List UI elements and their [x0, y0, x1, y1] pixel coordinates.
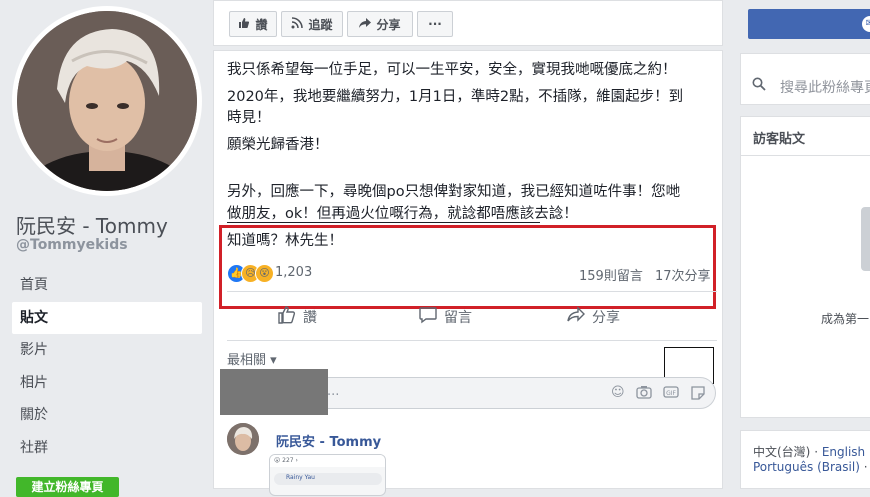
like-page-label: 讚	[255, 17, 268, 32]
gif-icon[interactable]: GIF	[663, 385, 679, 403]
share-page-label: 分享	[376, 17, 401, 32]
share-page-button[interactable]: 分享	[347, 11, 413, 37]
page-title[interactable]: 阮民安 - Tommy	[16, 210, 168, 239]
visitor-posts-title: 訪客貼文	[753, 132, 806, 147]
page-nav: 首頁 貼文 影片 相片 關於 社群	[12, 269, 202, 464]
comment-label: 留言	[444, 310, 472, 326]
image-comment-author: Rainy Yau	[286, 474, 315, 481]
left-column: 阮民安 - Tommy @Tommyekids 首頁 貼文 影片 相片 關於 社…	[0, 0, 213, 497]
language-row: Português (Brasil) ·	[753, 460, 868, 474]
share-count[interactable]: 17次分享	[655, 265, 711, 284]
post-card: 我只係希望每一位手足，可以一生平安，安全，實現我哋嘅優底之約！ 2020年，我地…	[213, 50, 723, 496]
nav-item-posts[interactable]: 貼文	[12, 301, 202, 334]
wow-reaction-icon[interactable]: 😮	[255, 264, 274, 283]
language-english-link[interactable]: English	[822, 445, 865, 459]
divider	[741, 155, 870, 156]
visitor-empty-text: 成為第一	[821, 312, 870, 326]
right-column: ✉ 搜尋此粉絲專頁 訪客貼文 成為第一 中文(台灣) · English Por…	[738, 0, 870, 489]
post-text-line: 我只係希望每一位手足，可以一生平安，安全，實現我哋嘅優底之約！	[227, 62, 677, 78]
comment-button[interactable]: 留言	[418, 299, 472, 335]
post-text-line: 知道嗎？林先生！	[227, 233, 343, 249]
share-arrow-icon	[359, 17, 372, 32]
rss-icon	[291, 16, 304, 32]
comment-image[interactable]: 😮 227 › Rainy Yau	[269, 454, 386, 496]
follow-page-button[interactable]: 追蹤	[281, 11, 343, 37]
page-search-card: 搜尋此粉絲專頁	[740, 53, 870, 105]
like-label: 讚	[303, 310, 317, 326]
divider	[227, 291, 717, 292]
language-portuguese-link[interactable]: Português (Brasil)	[753, 460, 860, 474]
language-card: 中文(台灣) · English Português (Brasil) ·	[740, 430, 870, 489]
emoji-icon[interactable]: ☺	[611, 385, 625, 400]
follow-page-label: 追蹤	[308, 17, 333, 32]
post-text-line: 時見！	[227, 110, 271, 126]
like-button[interactable]: 讚	[277, 299, 317, 335]
share-label: 分享	[592, 310, 620, 326]
image-header: 😮 227 ›	[270, 455, 385, 467]
profile-picture-frame	[12, 6, 202, 196]
sticker-icon[interactable]	[690, 385, 706, 405]
nav-item-home[interactable]: 首頁	[12, 269, 202, 301]
center-column: 讚 追蹤 分享 ··· 我只係希望每一位手足，可以一生平安，安全，實現我哋嘅優底…	[213, 0, 723, 496]
thumbs-up-icon	[238, 17, 250, 32]
search-icon[interactable]	[752, 76, 766, 95]
image-comment-bubble: Rainy Yau	[274, 473, 382, 485]
page-action-bar: 讚 追蹤 分享 ···	[213, 0, 723, 46]
divider	[227, 340, 717, 341]
thumbs-up-icon	[277, 305, 297, 329]
reply-author-name[interactable]: 阮民安 - Tommy	[276, 431, 381, 450]
avatar[interactable]	[227, 423, 259, 455]
post-text-line: 願榮光歸香港！	[227, 137, 329, 153]
send-message-button[interactable]: ✉	[748, 9, 870, 39]
post-text-line: 另外，回應一下，尋晚個po只想俾對家知道，我已經知道咗件事！您哋	[227, 184, 681, 200]
speech-bubble-icon	[418, 305, 438, 329]
page-username[interactable]: @Tommyekids	[16, 237, 128, 253]
nav-item-videos[interactable]: 影片	[12, 334, 202, 366]
search-input[interactable]: 搜尋此粉絲專頁	[780, 77, 870, 97]
create-page-button[interactable]: 建立粉絲專頁	[16, 477, 119, 497]
svg-text:GIF: GIF	[666, 390, 676, 397]
nav-item-community[interactable]: 社群	[12, 432, 202, 464]
comment-count[interactable]: 159則留言	[579, 265, 643, 284]
post-text-line: 做朋友，ok！但再過火位嘅行為，就諗都唔應該去諗！	[227, 206, 578, 222]
language-row: 中文(台灣) · English	[753, 445, 866, 459]
more-options-button[interactable]: ···	[417, 11, 453, 37]
profile-photo-icon	[17, 11, 197, 191]
profile-picture[interactable]	[17, 11, 197, 191]
share-arrow-icon	[566, 305, 586, 329]
messenger-icon: ✉	[862, 16, 870, 32]
redacted-avatar	[220, 369, 328, 415]
nav-item-about[interactable]: 關於	[12, 399, 202, 431]
language-current: 中文(台灣)	[753, 445, 811, 459]
comment-placeholder: ...	[327, 384, 340, 399]
comment-sort-dropdown[interactable]: 最相關 ▾	[227, 349, 277, 368]
reactions-row: 👍 😥 😮 1,203 159則留言 17次分享	[227, 264, 717, 286]
camera-icon[interactable]	[636, 385, 652, 403]
like-page-button[interactable]: 讚	[229, 11, 277, 37]
comment-input[interactable]: ... ☺ GIF	[264, 377, 716, 409]
reaction-count[interactable]: 1,203	[275, 265, 312, 280]
nav-item-photos[interactable]: 相片	[12, 367, 202, 399]
share-button[interactable]: 分享	[566, 299, 620, 335]
visitor-posts-card: 訪客貼文 成為第一	[740, 116, 870, 418]
empty-posts-icon	[861, 207, 870, 271]
